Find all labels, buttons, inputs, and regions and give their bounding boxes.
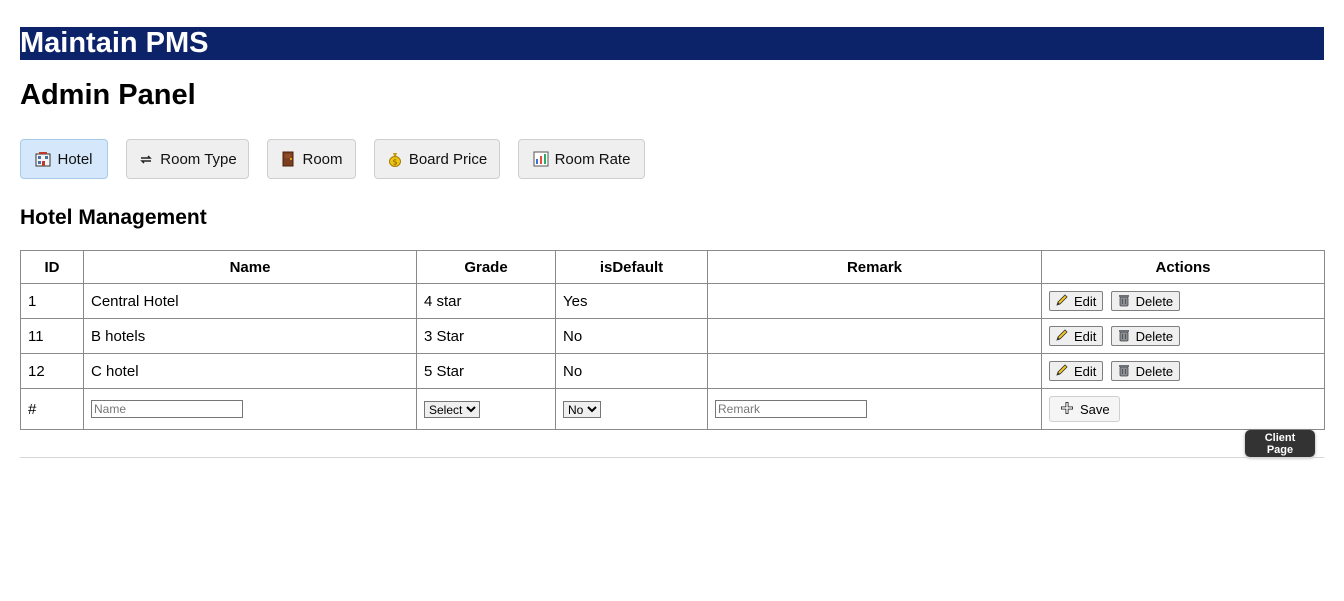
cell-name: C hotel [83,353,417,389]
tab-room[interactable]: Room [267,139,356,179]
cell-new-id: # [20,388,84,430]
save-button[interactable]: Save [1049,396,1120,422]
cell-id: 1 [20,283,84,319]
table-row: 1 Central Hotel 4 star Yes Edit Delete [20,283,1325,319]
tab-room-rate-label: Room Rate [554,150,631,168]
tab-board-price[interactable]: $ Board Price [374,139,500,179]
cell-remark [707,353,1042,389]
isdefault-select[interactable]: No [563,400,601,418]
cell-new-actions: Save [1041,388,1325,430]
grade-select[interactable]: Select [424,400,480,418]
tab-hotel-label: Hotel [57,150,93,168]
delete-button[interactable]: Delete [1110,361,1181,381]
svg-text:$: $ [392,158,397,167]
cell-new-name [83,388,417,430]
table-row: 11 B hotels 3 Star No Edit Delete [20,318,1325,354]
tab-room-label: Room [302,150,343,168]
app-header-bar: Maintain PMS [20,27,1324,60]
cell-grade: 4 star [416,283,556,319]
edit-button[interactable]: Edit [1049,291,1104,311]
money-bag-icon: $ [387,151,403,167]
page-title: Admin Panel [20,79,196,111]
bar-chart-icon [533,151,549,167]
cell-grade: 3 Star [416,318,556,354]
cell-actions: Edit Delete [1041,318,1325,354]
app-title: Maintain PMS [20,27,209,59]
cell-isdefault: Yes [555,283,708,319]
plus-icon [1060,401,1074,418]
cell-isdefault: No [555,318,708,354]
tab-room-type-label: Room Type [160,150,237,168]
column-header-isdefault: isDefault [555,250,708,284]
tab-room-rate[interactable]: Room Rate [518,139,645,179]
delete-button-label: Delete [1135,363,1174,379]
pencil-icon [1055,363,1069,380]
delete-button[interactable]: Delete [1110,291,1181,311]
trash-icon [1117,328,1131,345]
table-header-row: ID Name Grade isDefault Remark Actions [20,250,1325,284]
new-hotel-row: # Select No Save [20,388,1325,430]
column-header-id: ID [20,250,84,284]
delete-button[interactable]: Delete [1110,326,1181,346]
swap-arrows-icon [138,151,154,167]
edit-button-label: Edit [1074,293,1097,309]
tab-hotel[interactable]: Hotel [20,139,108,179]
cell-id: 12 [20,353,84,389]
cell-isdefault: No [555,353,708,389]
delete-button-label: Delete [1135,328,1174,344]
section-title: Hotel Management [20,206,207,229]
remark-input[interactable] [715,400,867,418]
delete-button-label: Delete [1135,293,1174,309]
edit-button-label: Edit [1074,328,1097,344]
column-header-name: Name [83,250,417,284]
name-input[interactable] [91,400,243,418]
cell-new-remark [707,388,1042,430]
save-button-label: Save [1080,401,1110,417]
tab-room-type[interactable]: Room Type [126,139,249,179]
cell-remark [707,318,1042,354]
cell-actions: Edit Delete [1041,353,1325,389]
client-page-button[interactable]: Client Page [1245,430,1315,457]
cell-actions: Edit Delete [1041,283,1325,319]
divider [20,457,1324,458]
column-header-actions: Actions [1041,250,1325,284]
cell-name: Central Hotel [83,283,417,319]
cell-id: 11 [20,318,84,354]
table-row: 12 C hotel 5 Star No Edit Delete [20,353,1325,389]
column-header-grade: Grade [416,250,556,284]
cell-grade: 5 Star [416,353,556,389]
door-icon [280,151,296,167]
cell-new-grade: Select [416,388,556,430]
cell-new-isdefault: No [555,388,708,430]
hotel-table: ID Name Grade isDefault Remark Actions 1… [20,250,1325,430]
pencil-icon [1055,328,1069,345]
tab-board-price-label: Board Price [408,150,488,168]
trash-icon [1117,293,1131,310]
pencil-icon [1055,293,1069,310]
cell-remark [707,283,1042,319]
hotel-icon [35,151,51,167]
edit-button-label: Edit [1074,363,1097,379]
cell-name: B hotels [83,318,417,354]
edit-button[interactable]: Edit [1049,361,1104,381]
edit-button[interactable]: Edit [1049,326,1104,346]
trash-icon [1117,363,1131,380]
column-header-remark: Remark [707,250,1042,284]
